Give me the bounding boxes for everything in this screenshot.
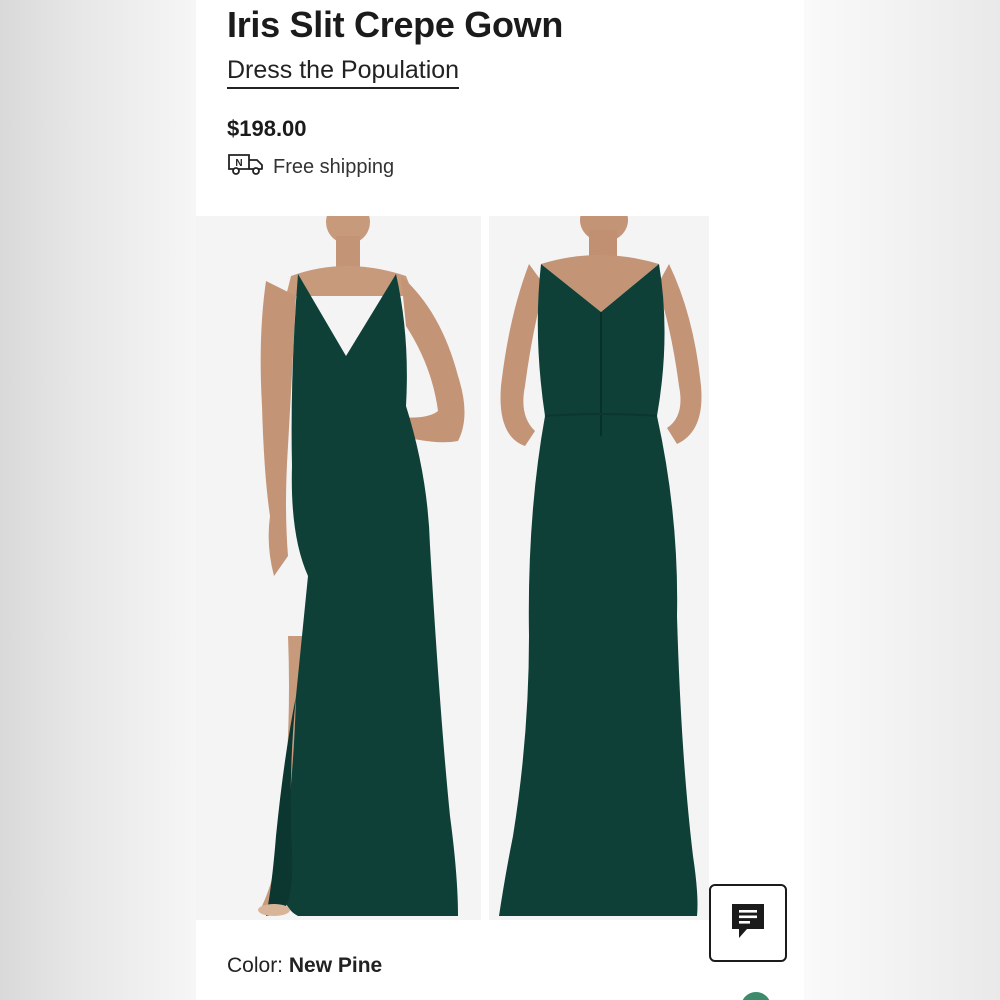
product-image-back[interactable] bbox=[489, 216, 709, 920]
color-value: New Pine bbox=[288, 954, 383, 977]
chat-bubble-icon bbox=[729, 901, 767, 946]
brand-link[interactable]: Dress the Population bbox=[227, 56, 460, 89]
product-page: Iris Slit Crepe Gown Dress the Populatio… bbox=[196, 0, 804, 1000]
delivery-truck-icon: N bbox=[227, 152, 265, 182]
right-backdrop bbox=[804, 0, 1000, 1000]
chat-button[interactable] bbox=[709, 884, 787, 962]
color-label: Color: bbox=[227, 954, 289, 977]
shipping-label: Free shipping bbox=[273, 155, 395, 178]
svg-text:N: N bbox=[235, 158, 242, 169]
product-title: Iris Slit Crepe Gown bbox=[227, 4, 564, 45]
product-image-front[interactable] bbox=[196, 216, 481, 920]
floating-action-button[interactable] bbox=[741, 992, 771, 1000]
shipping-info: N Free shipping bbox=[227, 153, 394, 181]
product-price: $198.00 bbox=[227, 116, 307, 141]
left-backdrop bbox=[0, 0, 196, 1000]
color-selection: Color: New Pine bbox=[227, 954, 382, 978]
